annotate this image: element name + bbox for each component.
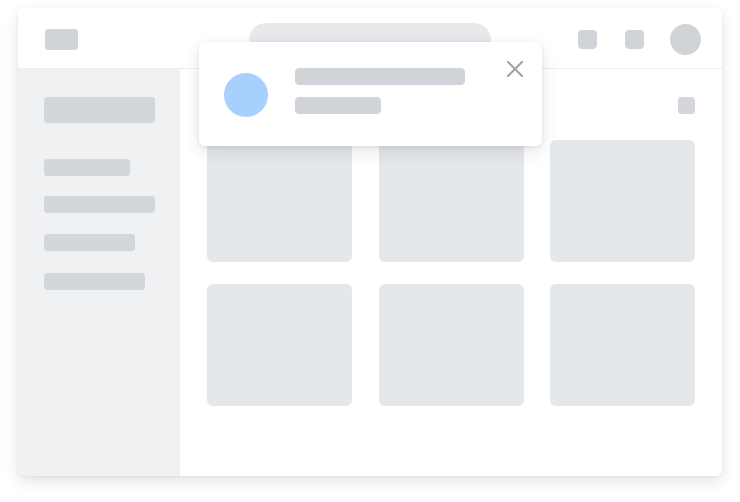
content-card[interactable]: [207, 284, 352, 406]
content-card[interactable]: [379, 284, 524, 406]
main-action-icon[interactable]: [678, 97, 695, 114]
notification-toast: [199, 42, 542, 146]
sidebar-item-4[interactable]: [44, 273, 145, 290]
toolbar-icon-1[interactable]: [578, 30, 597, 49]
close-icon[interactable]: [504, 58, 526, 80]
sidebar-item-3[interactable]: [44, 234, 135, 251]
sidebar: [18, 69, 180, 476]
content-card[interactable]: [550, 284, 695, 406]
toolbar-icon-2[interactable]: [625, 30, 644, 49]
content-card[interactable]: [207, 140, 352, 262]
sidebar-title-placeholder: [44, 97, 155, 123]
toast-subtitle-placeholder: [295, 97, 381, 114]
sidebar-item-2[interactable]: [44, 196, 155, 213]
sidebar-item-1[interactable]: [44, 159, 130, 176]
logo-placeholder[interactable]: [45, 29, 78, 50]
toast-title-placeholder: [295, 68, 465, 85]
user-avatar[interactable]: [670, 24, 701, 55]
content-card[interactable]: [550, 140, 695, 262]
content-card[interactable]: [379, 140, 524, 262]
toast-avatar: [224, 73, 268, 117]
